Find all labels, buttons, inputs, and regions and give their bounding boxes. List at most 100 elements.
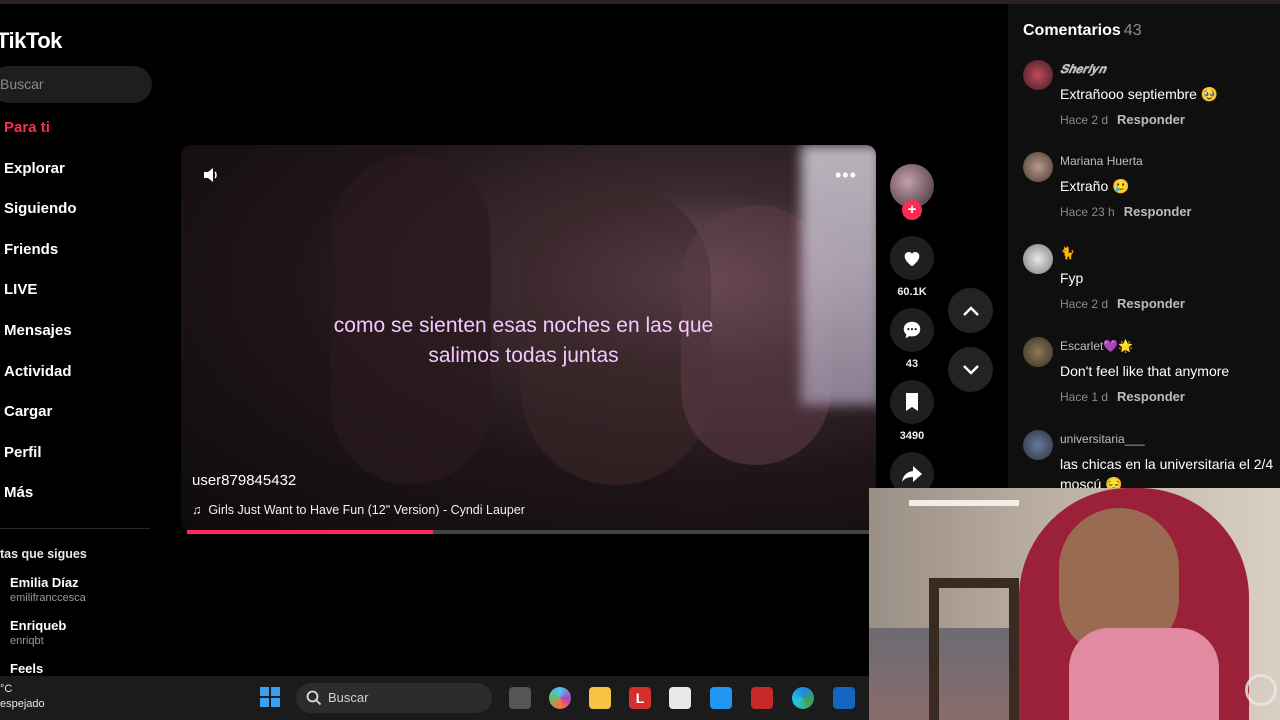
copilot-icon[interactable] [549,687,571,709]
like-button[interactable] [890,236,934,280]
comment-text: las chicas en la universitaria el 2/4 mo… [1060,456,1274,488]
nav-item-siguiendo[interactable]: Siguiendo [4,197,77,238]
account-name: Emilia Díaz [10,575,79,590]
nav-item-cargar[interactable]: Cargar [4,400,77,441]
save-count: 3490 [899,430,925,442]
comment-count: 43 [905,358,919,370]
taskbar-search-label: Buscar [328,690,369,705]
next-video-button[interactable] [948,347,993,392]
search-input[interactable]: Buscar [0,66,152,103]
share-icon [902,466,922,482]
following-accounts-title: tas que sigues [0,547,87,561]
save-action: 3490 [890,380,934,442]
outlook-icon[interactable] [833,687,855,709]
tiktok-logo[interactable]: TikTok [0,28,62,54]
comment-avatar[interactable] [1023,244,1053,274]
comments-count: 43 [1123,22,1142,39]
video-progress-bar[interactable] [187,530,870,534]
account-handle: enriqbt [10,635,44,647]
store-icon[interactable] [669,687,691,709]
nav-item-explorar[interactable]: Explorar [4,157,77,198]
weather-widget[interactable]: °C espejado [0,682,45,712]
task-view-icon[interactable] [509,687,531,709]
action-column: + 60.1K 43 3490 [890,164,934,496]
weather-temp: °C [0,683,13,695]
nav-item-mensajes[interactable]: Mensajes [4,319,77,360]
taskbar-search[interactable]: Buscar [296,683,492,713]
account-name: Feels [10,661,44,676]
music-title: Girls Just Want to Have Fun (12" Version… [208,503,525,517]
nav-item-live[interactable]: LIVE [4,278,77,319]
reply-button[interactable]: Responder [1117,389,1185,404]
file-explorer-icon[interactable] [589,687,611,709]
comment-username[interactable]: 🐈 [1060,246,1075,260]
edge-icon[interactable] [792,687,814,709]
comment-avatar[interactable] [1023,60,1053,90]
nav-item-actividad[interactable]: Actividad [4,360,77,401]
comment-avatar[interactable] [1023,152,1053,182]
comment-button[interactable] [890,308,934,352]
follow-plus-icon[interactable]: + [902,200,922,220]
comment-icon [903,321,921,339]
windows-taskbar: °C espejado Buscar L [0,676,869,720]
comment-username[interactable]: 𝑺𝒉𝒆𝒓𝒍𝒚𝒏 [1060,62,1106,77]
comment-meta: Hace 1 d Responder [1060,389,1185,404]
video-music[interactable]: ♫ Girls Just Want to Have Fun (12" Versi… [192,503,525,517]
webcam-person-top [1069,628,1219,720]
azure-app-icon[interactable] [710,687,732,709]
like-count: 60.1K [897,286,927,298]
save-button[interactable] [890,380,934,424]
search-icon [306,690,322,706]
video-author[interactable]: user879845432 [192,472,296,489]
streamer-logo-icon [1245,674,1277,706]
comment-username[interactable]: universitaria___ [1060,432,1145,446]
webcam-overlay [869,488,1280,720]
lenovo-app-icon[interactable]: L [629,687,651,709]
comment-text: Fyp [1060,270,1084,286]
mcafee-icon[interactable] [751,687,773,709]
comment-meta: Hace 23 h Responder [1060,204,1192,219]
volume-icon[interactable] [201,165,221,185]
video-caption: como se sienten esas noches en las que s… [333,314,714,367]
comment-username[interactable]: Mariana Huerta [1060,154,1143,168]
windows-start-icon[interactable] [259,686,281,708]
sidebar-nav: Para ti Explorar Siguiendo Friends LIVE … [4,116,77,522]
nav-item-para-ti[interactable]: Para ti [4,116,77,157]
comment-text: Extrañooo septiembre 🥹 [1060,86,1219,102]
nav-item-friends[interactable]: Friends [4,238,77,279]
comment-action: 43 [890,308,934,370]
more-options-icon[interactable]: ••• [835,165,857,186]
comment-text: Extraño 🥲 [1060,178,1130,194]
bookmark-icon [906,393,918,411]
previous-video-button[interactable] [948,288,993,333]
reply-button[interactable]: Responder [1117,112,1185,127]
comment-username[interactable]: Escarlet💜🌟 [1060,339,1133,353]
comment-text: Don't feel like that anymore [1060,363,1230,379]
webcam-chair [929,578,1019,720]
webcam-shelf [909,500,1019,506]
comment-time: Hace 23 h [1060,205,1115,219]
weather-condition: espejado [0,698,45,710]
video-player[interactable]: ••• como se sienten esas noches en las q… [181,145,876,533]
like-action: 60.1K [890,236,934,298]
comments-panel: Comentarios 43 𝑺𝒉𝒆𝒓𝒍𝒚𝒏 Extrañooo septiemb… [1008,4,1280,488]
chevron-down-icon [962,364,979,375]
heart-icon [904,252,920,267]
comment-time: Hace 2 d [1060,113,1109,127]
following-account[interactable]: Emilia Díaz emilifranccesca [10,575,86,618]
reply-button[interactable]: Responder [1117,296,1185,311]
reply-button[interactable]: Responder [1124,204,1192,219]
comment-time: Hace 1 d [1060,390,1109,404]
comments-title-label: Comentarios [1023,22,1121,39]
comment-avatar[interactable] [1023,430,1053,460]
comment-avatar[interactable] [1023,337,1053,367]
video-progress-fill [187,530,433,534]
sidebar-divider [0,528,150,529]
nav-item-mas[interactable]: Más [4,481,77,522]
comment-meta: Hace 2 d Responder [1060,112,1185,127]
comments-title: Comentarios 43 [1023,22,1142,40]
account-handle: emilifranccesca [10,592,86,604]
following-account[interactable]: Enriqueb enriqbt [10,618,86,661]
music-note-icon: ♫ [192,503,209,517]
nav-item-perfil[interactable]: Perfil [4,441,77,482]
